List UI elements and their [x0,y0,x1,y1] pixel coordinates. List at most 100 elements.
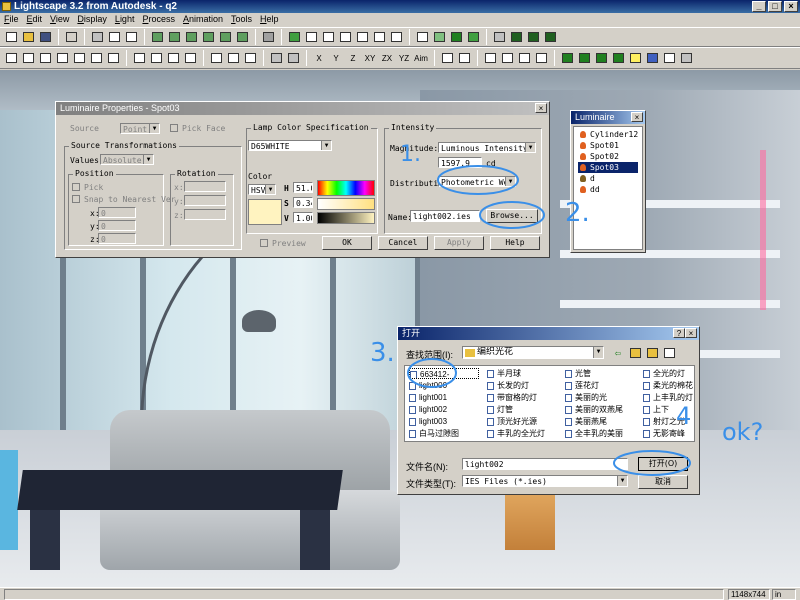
print-icon[interactable] [89,29,105,45]
menu-animation[interactable]: Animation [183,13,223,26]
hue-spectrum[interactable] [317,180,375,196]
orbit-icon[interactable] [388,29,404,45]
new-folder-icon[interactable] [644,345,660,361]
ok-button[interactable]: OK [322,236,372,250]
select-poly-icon[interactable] [54,50,70,66]
file-item[interactable]: light003 [409,416,479,427]
lamp-color-select[interactable]: D65WHITE ▼ [248,140,332,151]
luminaires-icon[interactable] [525,29,541,45]
rot-z-field[interactable] [184,209,226,220]
cube-view-5-icon[interactable] [217,29,233,45]
globe-icon[interactable] [644,50,660,66]
close-icon[interactable]: × [535,103,547,113]
align-icon[interactable] [242,50,258,66]
materials-icon[interactable] [508,29,524,45]
name-field[interactable]: light002.ies [410,210,480,222]
menu-file[interactable]: File [4,13,19,26]
s-field[interactable]: 0.34 [293,197,313,208]
browse-button[interactable]: Browse... [486,209,538,223]
file-item[interactable]: 顶光好光源 [487,416,561,427]
file-item[interactable]: 美丽的光 [565,392,639,403]
menu-process[interactable]: Process [142,13,175,26]
render-1-icon[interactable] [559,50,575,66]
cube-view-4-icon[interactable] [200,29,216,45]
view-menu-icon[interactable] [661,345,677,361]
minimize-button[interactable]: _ [752,1,766,12]
axis-yz-button[interactable]: YZ [396,50,412,66]
source-select[interactable]: Point ▼ [120,123,160,134]
light-aim-icon[interactable] [456,50,472,66]
file-item[interactable]: 丰乳的全光灯 [487,428,561,439]
axis-x-button[interactable]: X [311,50,327,66]
rotate-icon[interactable] [285,50,301,66]
axis-xy-button[interactable]: XY [362,50,378,66]
layers-icon[interactable] [491,29,507,45]
menu-tools[interactable]: Tools [231,13,252,26]
camera-icon[interactable] [260,29,276,45]
select-plus-icon[interactable] [20,50,36,66]
scissors-icon[interactable] [106,29,122,45]
panel-icon[interactable] [678,50,694,66]
select-cross-icon[interactable] [71,50,87,66]
pick-icon[interactable] [131,50,147,66]
rot-y-field[interactable] [184,195,226,206]
menu-light[interactable]: Light [115,13,135,26]
cube-view-6-icon[interactable] [234,29,250,45]
solid-icon[interactable] [448,29,464,45]
luminaire-item[interactable]: dd [578,184,638,195]
file-item[interactable]: 带窗格的灯 [487,392,561,403]
pick-all-icon[interactable] [182,50,198,66]
cube-view-3-icon[interactable] [183,29,199,45]
look-icon[interactable] [516,50,532,66]
move-icon[interactable] [268,50,284,66]
saturation-slider[interactable] [317,198,375,210]
select-arrow-icon[interactable] [3,50,19,66]
cancel-button[interactable]: Cancel [378,236,428,250]
file-item[interactable]: 半月球 [487,368,561,379]
cube-view-1-icon[interactable] [149,29,165,45]
file-item[interactable]: 白马过隙图 [409,428,479,439]
menu-help[interactable]: Help [260,13,279,26]
zoom-out-icon[interactable] [337,29,353,45]
file-item[interactable]: 光管 [565,368,639,379]
file-item[interactable]: light001 [409,392,479,403]
menu-display[interactable]: Display [77,13,107,26]
filetype-select[interactable]: IES Files (*.ies) ▼ [462,475,628,487]
color-mode-select[interactable]: HSV ▼ [248,184,276,195]
snap-checkbox[interactable] [72,195,80,203]
zoom-icon[interactable] [303,29,319,45]
select-surface-icon[interactable] [88,50,104,66]
axis-y-button[interactable]: Y [328,50,344,66]
luminaire-item[interactable]: d [578,173,638,184]
select-box-icon[interactable] [37,50,53,66]
shaded-icon[interactable] [431,29,447,45]
value-slider[interactable] [317,212,375,224]
open-button[interactable]: 打开(O) [638,457,688,471]
cube-view-2-icon[interactable] [166,29,182,45]
axis-z-button[interactable]: Z [345,50,361,66]
file-item[interactable]: 灯管 [487,404,561,415]
menu-edit[interactable]: Edit [27,13,43,26]
file-item[interactable]: 美丽燕尾 [565,416,639,427]
close-icon[interactable]: × [631,112,643,122]
help-icon[interactable]: ? [673,328,685,338]
render-3-icon[interactable] [593,50,609,66]
file-item[interactable]: 663412- [409,368,479,379]
luminaire-item[interactable]: Spot02 [578,151,638,162]
pos-y-field[interactable]: 0 [98,220,136,231]
fly-icon[interactable] [499,50,515,66]
close-icon[interactable]: × [685,328,697,338]
zoom-in-icon[interactable] [320,29,336,45]
undo-icon[interactable] [63,29,79,45]
pick-face-checkbox[interactable] [170,124,178,132]
v-field[interactable]: 1.00 [293,212,313,223]
preview-checkbox[interactable] [260,239,268,247]
pos-x-field[interactable]: 0 [98,207,136,218]
walk-icon[interactable] [482,50,498,66]
apply-button[interactable]: Apply [434,236,484,250]
pos-z-field[interactable]: 0 [98,233,136,244]
save-icon[interactable] [37,29,53,45]
select-lock-icon[interactable] [105,50,121,66]
file-item[interactable]: 全丰乳的美丽 [565,428,639,439]
h-field[interactable]: 51.0 [293,182,313,193]
